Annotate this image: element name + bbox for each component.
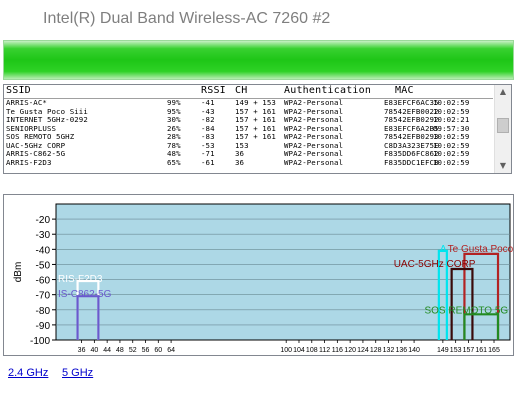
cell-ssid: ARRIS-F2D3 [6, 157, 52, 167]
network-label: RIS-F2D3 [58, 274, 103, 285]
x-tick-label: 128 [370, 347, 382, 354]
x-tick-label: 60 [154, 347, 162, 354]
band-24ghz-link[interactable]: 2.4 GHz [8, 367, 48, 379]
x-tick-label: 64 [167, 347, 175, 354]
header-auth[interactable]: Authentication [284, 85, 371, 96]
x-tick-label: 153 [450, 347, 462, 354]
adapter-title: Intel(R) Dual Band Wireless-AC 7260 #2 [43, 10, 331, 27]
x-tick-label: 136 [395, 347, 407, 354]
signal-strength-bar [3, 40, 514, 80]
x-tick-label: 116 [332, 347, 343, 354]
network-list[interactable]: SSID RSSI CH Authentication MAC ARRIS-AC… [3, 84, 512, 174]
cell-signal: 65% [167, 157, 181, 167]
list-item[interactable]: ARRIS-F2D3 65% -61 36 WPA2-Personal F835DDC1E… [4, 157, 493, 168]
x-tick-label: 52 [129, 347, 137, 354]
x-tick-label: 140 [408, 347, 420, 354]
y-tick-label: -90 [36, 321, 51, 332]
plot-area [55, 203, 511, 341]
y-axis-label: dBm [13, 262, 24, 283]
scroll-thumb[interactable] [497, 118, 509, 133]
x-tick-label: 40 [90, 347, 98, 354]
x-tick-label: 124 [357, 347, 369, 354]
x-tick-label: 100 [280, 347, 292, 354]
network-label: IS-C862-5G [58, 289, 112, 300]
network-label: A [440, 244, 447, 255]
x-tick-label: 120 [344, 347, 356, 354]
network-label: SOS REMOTO 5G [424, 305, 508, 316]
x-tick-label: 149 [437, 347, 449, 354]
y-tick-label: -20 [36, 215, 51, 226]
cell-auth: WPA2-Personal [284, 157, 344, 167]
x-tick-label: 56 [142, 347, 150, 354]
scroll-down-icon[interactable]: ▼ [495, 159, 511, 173]
header-ch[interactable]: CH [235, 85, 247, 96]
x-tick-label: 36 [78, 347, 86, 354]
x-tick-label: 132 [383, 347, 395, 354]
list-header: SSID RSSI CH Authentication MAC [4, 85, 493, 99]
cell-mac: F835DDC1EFCB [384, 157, 439, 167]
scroll-up-icon[interactable]: ▲ [495, 85, 511, 99]
y-tick-label: -40 [36, 245, 51, 256]
x-tick-label: 161 [475, 347, 487, 354]
x-tick-label: 104 [293, 347, 305, 354]
network-label: Te Gusta Poco S [448, 244, 513, 255]
x-tick-label: 108 [306, 347, 318, 354]
list-scrollbar[interactable]: ▲ ▼ [494, 85, 511, 173]
y-tick-label: -30 [36, 230, 51, 241]
list-rows: ARRIS-AC* 99% -41 149 + 153 WPA2-Personal E83… [4, 98, 493, 168]
header-rssi[interactable]: RSSI [201, 85, 226, 96]
network-label: UAC-5GHz CORP [394, 259, 476, 270]
x-tick-label: 165 [488, 347, 500, 354]
x-tick-label: 112 [319, 347, 330, 354]
y-tick-label: -80 [36, 306, 51, 317]
x-tick-label: 44 [103, 347, 111, 354]
cell-channel: 36 [235, 157, 245, 167]
y-tick-label: -100 [30, 336, 50, 347]
header-ssid[interactable]: SSID [6, 85, 31, 96]
x-tick-label: 48 [116, 347, 124, 354]
y-tick-label: -70 [36, 291, 51, 302]
y-tick-label: -50 [36, 260, 51, 271]
band-5ghz-link[interactable]: 5 GHz [62, 367, 93, 379]
cell-rssi: -61 [201, 157, 215, 167]
x-tick-label: 157 [463, 347, 475, 354]
y-tick-label: -60 [36, 276, 51, 287]
channel-chart-frame: -20 -30 -40 -50 -60 -70 -80 -90 -100 dBm 36 40 44 48 5… [3, 194, 519, 356]
header-mac[interactable]: MAC [395, 85, 414, 96]
cell-time: 10:02:59 [433, 157, 470, 167]
channel-chart: -20 -30 -40 -50 -60 -70 -80 -90 -100 dBm 36 40 44 48 5… [13, 203, 519, 354]
